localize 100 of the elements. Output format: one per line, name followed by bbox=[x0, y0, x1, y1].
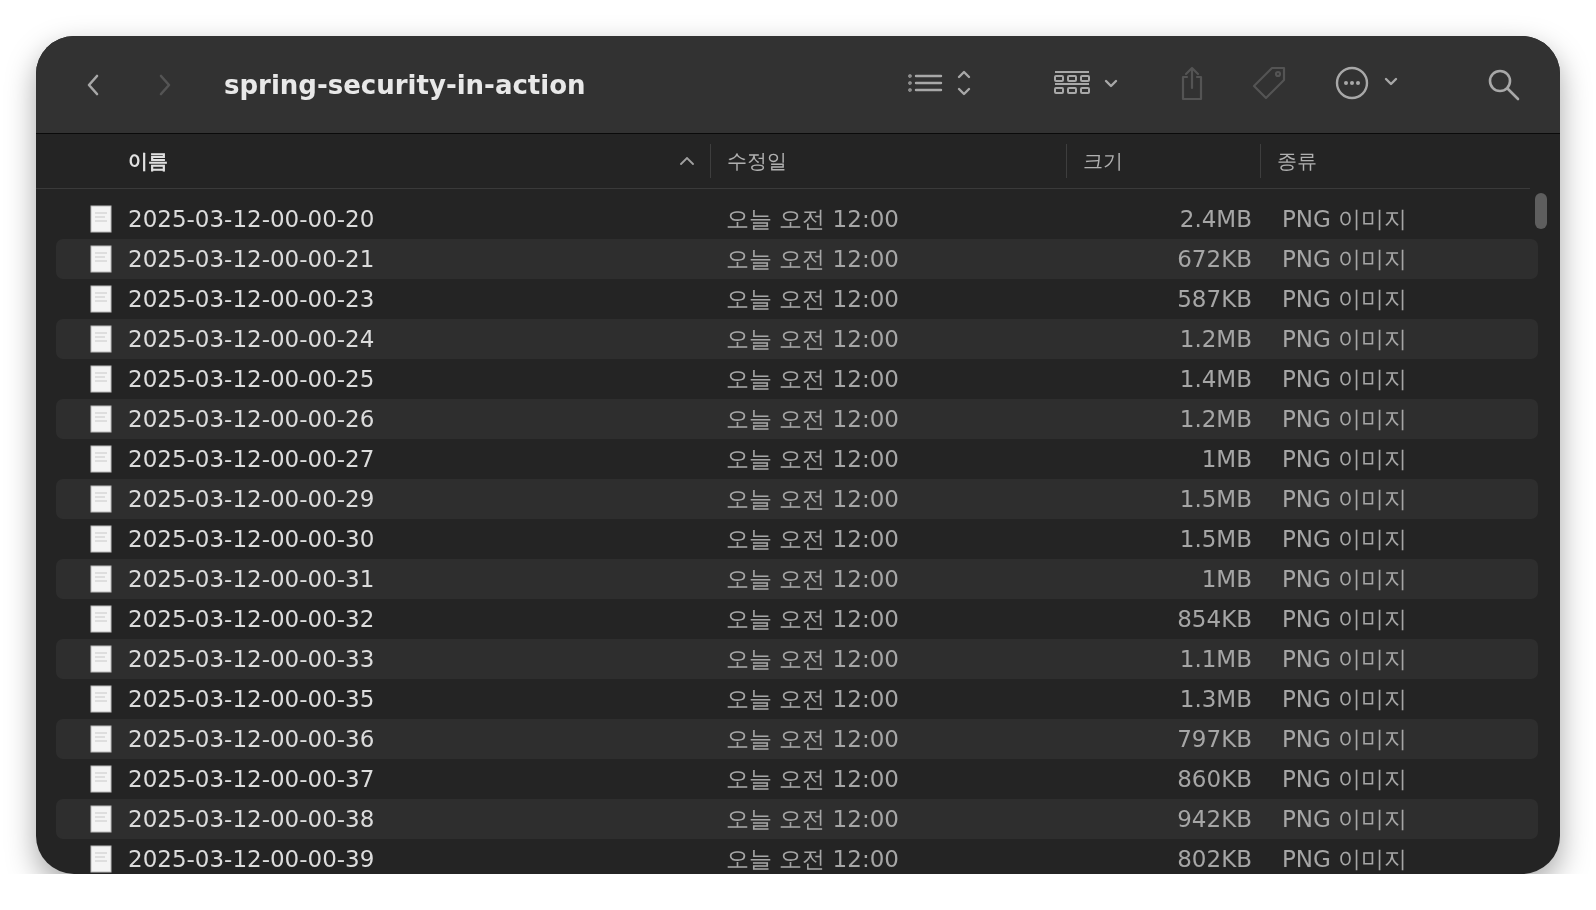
date-modified: 오늘 오전 12:00 bbox=[726, 244, 900, 274]
image-file-icon bbox=[90, 805, 112, 833]
date-modified: 오늘 오전 12:00 bbox=[726, 804, 900, 834]
date-modified: 오늘 오전 12:00 bbox=[726, 844, 900, 874]
column-header[interactable]: 이름 bbox=[128, 147, 168, 175]
file-name: 2025-03-12-00-00-23 bbox=[128, 286, 376, 312]
file-name: 2025-03-12-00-00-39 bbox=[128, 846, 376, 872]
file-name: 2025-03-12-00-00-33 bbox=[128, 646, 376, 672]
file-size: 1.2MB bbox=[1178, 326, 1253, 352]
scrollbar-thumb[interactable] bbox=[1535, 193, 1547, 229]
file-kind: PNG 이미지 bbox=[1281, 524, 1409, 554]
file-kind: PNG 이미지 bbox=[1281, 764, 1409, 794]
file-row[interactable]: 2025-03-12-00-00-39 오늘 오전 12:00 802KB PNG 이미지 bbox=[56, 839, 1538, 874]
column-header[interactable]: 종류 bbox=[1277, 147, 1317, 175]
file-row[interactable]: 2025-03-12-00-00-27 오늘 오전 12:00 1MB PNG 이미지 bbox=[56, 439, 1538, 479]
file-size: 1MB bbox=[1200, 566, 1253, 592]
more-icon[interactable] bbox=[1335, 65, 1399, 100]
image-file-icon bbox=[90, 685, 112, 713]
date-modified: 오늘 오전 12:00 bbox=[726, 444, 900, 474]
column-header[interactable]: 수정일 bbox=[727, 147, 787, 175]
image-file-icon bbox=[90, 205, 112, 233]
date-modified: 오늘 오전 12:00 bbox=[726, 324, 900, 354]
file-size: 1.3MB bbox=[1178, 686, 1253, 712]
file-size: 1.5MB bbox=[1178, 486, 1253, 512]
image-file-icon bbox=[90, 645, 112, 673]
file-kind: PNG 이미지 bbox=[1281, 804, 1409, 834]
file-row[interactable]: 2025-03-12-00-00-25 오늘 오전 12:00 1.4MB PNG 이미지 bbox=[56, 359, 1538, 399]
file-kind: PNG 이미지 bbox=[1281, 844, 1409, 874]
file-name: 2025-03-12-00-00-37 bbox=[128, 766, 376, 792]
file-size: 1.1MB bbox=[1178, 646, 1253, 672]
file-row[interactable]: 2025-03-12-00-00-33 오늘 오전 12:00 1.1MB PNG 이미지 bbox=[56, 639, 1538, 679]
date-modified: 오늘 오전 12:00 bbox=[726, 764, 900, 794]
image-file-icon bbox=[90, 845, 112, 873]
file-size: 942KB bbox=[1176, 806, 1253, 832]
file-size: 1MB bbox=[1200, 446, 1253, 472]
file-name: 2025-03-12-00-00-36 bbox=[128, 726, 376, 752]
image-file-icon bbox=[90, 525, 112, 553]
list-icon[interactable] bbox=[907, 69, 971, 96]
file-kind: PNG 이미지 bbox=[1281, 324, 1409, 354]
file-row[interactable]: 2025-03-12-00-00-31 오늘 오전 12:00 1MB PNG 이미지 bbox=[56, 559, 1538, 599]
grid-icon[interactable] bbox=[1053, 70, 1117, 95]
date-modified: 오늘 오전 12:00 bbox=[726, 484, 900, 514]
file-size: 802KB bbox=[1176, 846, 1253, 872]
column-header[interactable]: 크기 bbox=[1083, 147, 1123, 175]
file-kind: PNG 이미지 bbox=[1281, 204, 1409, 234]
file-size: 1.4MB bbox=[1178, 366, 1253, 392]
file-size: 1.5MB bbox=[1178, 526, 1253, 552]
image-file-icon bbox=[90, 765, 112, 793]
file-row[interactable]: 2025-03-12-00-00-38 오늘 오전 12:00 942KB PNG 이미지 bbox=[56, 799, 1538, 839]
file-row[interactable]: 2025-03-12-00-00-29 오늘 오전 12:00 1.5MB PNG 이미지 bbox=[56, 479, 1538, 519]
image-file-icon bbox=[90, 605, 112, 633]
file-name: 2025-03-12-00-00-21 bbox=[128, 246, 376, 272]
file-row[interactable]: 2025-03-12-00-00-35 오늘 오전 12:00 1.3MB PNG 이미지 bbox=[56, 679, 1538, 719]
file-name: 2025-03-12-00-00-38 bbox=[128, 806, 376, 832]
file-row[interactable]: 2025-03-12-00-00-32 오늘 오전 12:00 854KB PNG 이미지 bbox=[56, 599, 1538, 639]
file-kind: PNG 이미지 bbox=[1281, 244, 1409, 274]
file-name: 2025-03-12-00-00-29 bbox=[128, 486, 376, 512]
image-file-icon bbox=[90, 485, 112, 513]
date-modified: 오늘 오전 12:00 bbox=[726, 684, 900, 714]
sort-caret-icon[interactable] bbox=[680, 157, 694, 165]
file-kind: PNG 이미지 bbox=[1281, 564, 1409, 594]
date-modified: 오늘 오전 12:00 bbox=[726, 644, 900, 674]
file-kind: PNG 이미지 bbox=[1281, 484, 1409, 514]
file-row[interactable]: 2025-03-12-00-00-36 오늘 오전 12:00 797KB PNG 이미지 bbox=[56, 719, 1538, 759]
image-file-icon bbox=[90, 245, 112, 273]
date-modified: 오늘 오전 12:00 bbox=[726, 564, 900, 594]
window-title: spring-security-in-action bbox=[224, 69, 586, 100]
file-kind: PNG 이미지 bbox=[1281, 284, 1409, 314]
file-row[interactable]: 2025-03-12-00-00-21 오늘 오전 12:00 672KB PNG 이미지 bbox=[56, 239, 1538, 279]
file-size: 1.2MB bbox=[1178, 406, 1253, 432]
file-size: 854KB bbox=[1176, 606, 1253, 632]
file-row[interactable]: 2025-03-12-00-00-30 오늘 오전 12:00 1.5MB PNG 이미지 bbox=[56, 519, 1538, 559]
image-file-icon bbox=[90, 405, 112, 433]
file-row[interactable]: 2025-03-12-00-00-24 오늘 오전 12:00 1.2MB PNG 이미지 bbox=[56, 319, 1538, 359]
image-file-icon bbox=[90, 725, 112, 753]
file-row[interactable]: 2025-03-12-00-00-26 오늘 오전 12:00 1.2MB PNG 이미지 bbox=[56, 399, 1538, 439]
file-size: 797KB bbox=[1176, 726, 1253, 752]
image-file-icon bbox=[90, 285, 112, 313]
file-kind: PNG 이미지 bbox=[1281, 444, 1409, 474]
file-name: 2025-03-12-00-00-30 bbox=[128, 526, 376, 552]
date-modified: 오늘 오전 12:00 bbox=[726, 524, 900, 554]
date-modified: 오늘 오전 12:00 bbox=[726, 404, 900, 434]
search-icon[interactable] bbox=[1487, 68, 1520, 101]
image-file-icon bbox=[90, 325, 112, 353]
file-row[interactable]: 2025-03-12-00-00-20 오늘 오전 12:00 2.4MB PNG 이미지 bbox=[56, 199, 1538, 239]
file-size: 672KB bbox=[1176, 246, 1253, 272]
file-name: 2025-03-12-00-00-31 bbox=[128, 566, 376, 592]
file-name: 2025-03-12-00-00-20 bbox=[128, 206, 376, 232]
file-size: 587KB bbox=[1176, 286, 1253, 312]
date-modified: 오늘 오전 12:00 bbox=[726, 724, 900, 754]
file-kind: PNG 이미지 bbox=[1281, 644, 1409, 674]
file-row[interactable]: 2025-03-12-00-00-37 오늘 오전 12:00 860KB PNG 이미지 bbox=[56, 759, 1538, 799]
file-kind: PNG 이미지 bbox=[1281, 724, 1409, 754]
file-kind: PNG 이미지 bbox=[1281, 404, 1409, 434]
file-size: 2.4MB bbox=[1178, 206, 1253, 232]
image-file-icon bbox=[90, 445, 112, 473]
date-modified: 오늘 오전 12:00 bbox=[726, 604, 900, 634]
image-file-icon bbox=[90, 565, 112, 593]
file-row[interactable]: 2025-03-12-00-00-23 오늘 오전 12:00 587KB PNG 이미지 bbox=[56, 279, 1538, 319]
file-kind: PNG 이미지 bbox=[1281, 604, 1409, 634]
